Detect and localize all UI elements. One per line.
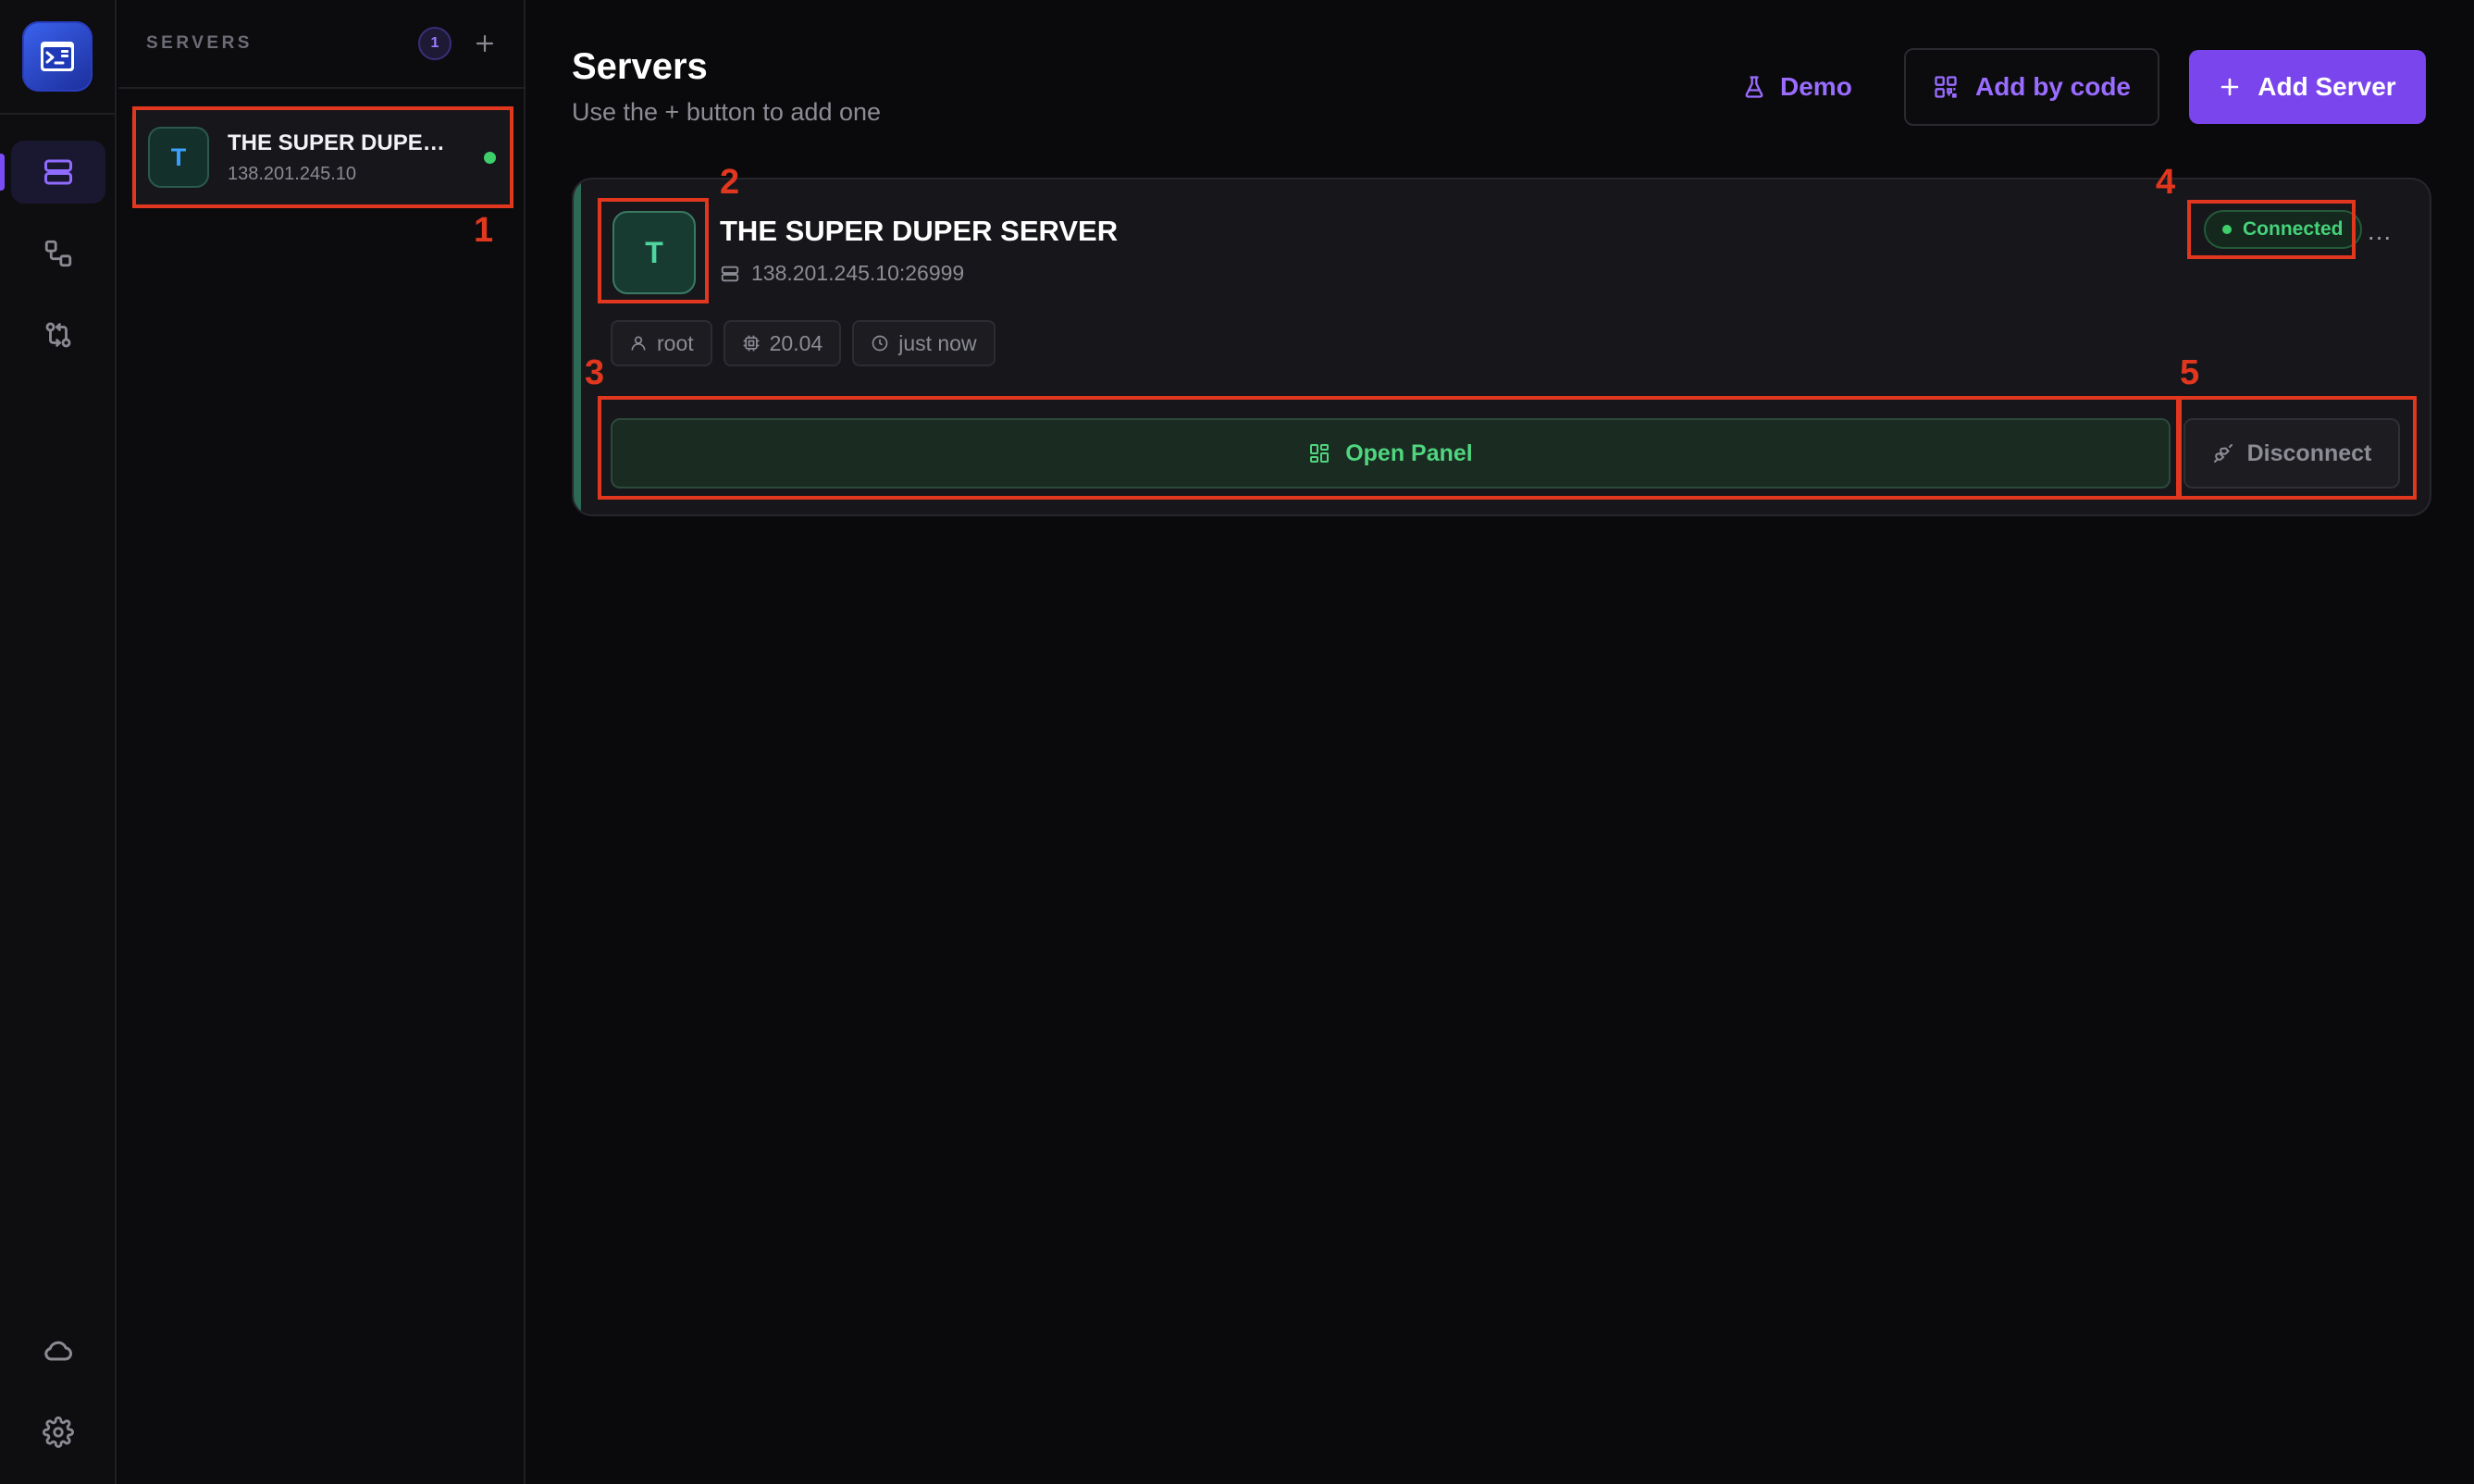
tag-user-text: root	[657, 330, 694, 355]
user-icon	[631, 336, 646, 351]
tag-version-text: 20.04	[769, 330, 823, 355]
add-by-code-label: Add by code	[1974, 72, 2131, 101]
online-status-dot	[484, 151, 496, 164]
app-logo-icon[interactable]	[22, 21, 93, 92]
tag-user: root	[611, 320, 712, 366]
status-text: Connected	[2243, 218, 2344, 240]
page-subtitle: Use the + button to add one	[572, 98, 882, 126]
open-panel-label: Open Panel	[1345, 439, 1473, 466]
add-server-label: Add Server	[2258, 72, 2396, 101]
dashboard-icon	[1310, 444, 1330, 463]
logo-area	[0, 0, 115, 115]
transfer-icon	[45, 322, 71, 348]
server-avatar: T	[148, 127, 209, 188]
disconnect-button[interactable]: Disconnect	[2183, 418, 2400, 488]
rail-active-indicator	[0, 154, 5, 191]
rail-transfer-button[interactable]	[11, 303, 105, 366]
cloud-icon	[44, 1341, 72, 1361]
sidebar-item-ip: 138.201.245.10	[228, 163, 357, 184]
flask-icon	[1745, 76, 1763, 98]
demo-button[interactable]: Demo	[1725, 50, 1869, 124]
add-by-code-button[interactable]: Add by code	[1904, 48, 2159, 126]
cpu-icon	[743, 335, 759, 352]
tag-last-seen: just now	[852, 320, 996, 366]
unplug-icon	[2213, 444, 2233, 463]
server-card: T THE SUPER DUPER SERVER 138.201.245.10:…	[572, 178, 2431, 516]
server-address-text: 138.201.245.10:26999	[751, 261, 965, 285]
qr-code-icon	[1935, 76, 1957, 98]
sidebar-item-name: THE SUPER DUPER SERVER	[228, 130, 459, 155]
rail-servers-button[interactable]	[11, 141, 105, 204]
servers-sidebar: SERVERS 1 T THE SUPER DUPER SERVER 138.2…	[118, 0, 526, 1484]
topology-icon	[44, 240, 72, 267]
open-panel-button[interactable]: Open Panel	[611, 418, 2171, 488]
status-badge: Connected	[2204, 210, 2362, 249]
server-icon	[44, 159, 72, 185]
server-avatar: T	[612, 211, 696, 294]
server-icon	[721, 266, 739, 281]
more-options-button[interactable]: ...	[2361, 213, 2398, 250]
sidebar-item-server[interactable]: T THE SUPER DUPER SERVER 138.201.245.10	[131, 106, 513, 208]
sidebar-item-text: THE SUPER DUPER SERVER 138.201.245.10	[228, 130, 473, 185]
status-dot	[2222, 225, 2232, 234]
plus-icon	[476, 34, 494, 53]
sidebar-title: SERVERS	[146, 33, 253, 53]
tag-version: 20.04	[723, 320, 842, 366]
server-address: 138.201.245.10:26999	[720, 261, 964, 286]
disconnect-label: Disconnect	[2246, 439, 2372, 466]
rail-topology-button[interactable]	[11, 222, 105, 285]
sidebar-header: SERVERS 1	[118, 0, 524, 89]
icon-rail	[0, 0, 117, 1484]
clock-icon	[872, 335, 888, 352]
gear-icon	[43, 1416, 74, 1448]
card-accent-bar	[574, 179, 581, 514]
rail-settings-button[interactable]	[11, 1401, 105, 1464]
server-name: THE SUPER DUPER SERVER	[720, 215, 1119, 247]
tag-last-seen-text: just now	[898, 330, 977, 355]
server-tags: root 20.04 just now	[611, 320, 996, 366]
main-content: Servers Use the + button to add one Demo…	[527, 0, 2474, 1484]
rail-cloud-button[interactable]	[11, 1319, 105, 1382]
sidebar-add-button[interactable]	[472, 31, 498, 56]
demo-label: Demo	[1780, 72, 1852, 101]
add-server-button[interactable]: Add Server	[2189, 50, 2426, 124]
server-count-badge: 1	[418, 27, 452, 60]
page-title: Servers	[572, 46, 708, 87]
plus-icon	[2220, 78, 2239, 96]
